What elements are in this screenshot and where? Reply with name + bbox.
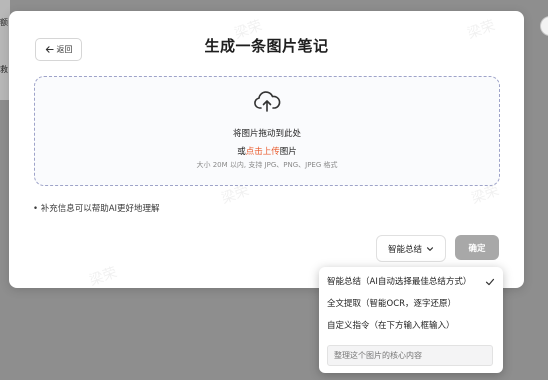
info-text: • 补充信息可以帮助AI更好地理解: [33, 204, 160, 214]
dropzone-title: 将图片拖动到此处: [232, 129, 301, 139]
check-icon: [485, 278, 495, 286]
dropdown-option-label: 自定义指令（在下方输入框输入）: [327, 321, 455, 331]
modal-title: 生成一条图片笔记: [204, 37, 329, 55]
custom-instruction-input[interactable]: [327, 345, 493, 366]
dropdown-option-custom-instruction[interactable]: 自定义指令（在下方输入框输入）: [327, 317, 497, 335]
watermark: 梁荣: [87, 264, 120, 288]
background-text: 救: [0, 65, 8, 74]
dropdown-option-label: 全文提取（智能OCR，逐字还原）: [327, 299, 457, 309]
dropdown-option-label: 智能总结（AI自动选择最佳总结方式）: [327, 277, 472, 287]
upload-dropzone[interactable]: 将图片拖动到此处 或点击上传图片 大小 20M 以内, 支持 JPG、PNG、J…: [34, 76, 500, 186]
dropdown-option-full-text-extract[interactable]: 全文提取（智能OCR，逐字还原）: [327, 295, 497, 313]
dropdown-option-smart-summary[interactable]: 智能总结（AI自动选择最佳总结方式）: [327, 273, 497, 291]
summary-mode-select[interactable]: 智能总结: [376, 235, 446, 262]
confirm-button[interactable]: 确定: [455, 235, 499, 260]
click-upload-link[interactable]: 点击上传: [246, 147, 280, 157]
dropzone-or-text: 或: [237, 147, 246, 157]
image-note-modal: 梁荣 梁荣 梁荣 梁荣 梁荣 梁荣 梁荣 返回 生成一条图片笔记 将图片拖动到此…: [9, 11, 524, 288]
cloud-upload-icon: [254, 91, 281, 112]
chevron-down-icon: [426, 246, 434, 251]
summary-mode-label: 智能总结: [387, 244, 422, 255]
summary-mode-dropdown: 智能总结（AI自动选择最佳总结方式） 全文提取（智能OCR，逐字还原） 自定义指…: [319, 267, 503, 373]
dropzone-hint: 大小 20M 以内, 支持 JPG、PNG、JPEG 格式: [196, 161, 338, 169]
dropzone-image-word: 图片: [279, 147, 297, 157]
dropzone-upload-line: 或点击上传图片: [35, 145, 499, 157]
background-text: 额: [0, 18, 8, 27]
